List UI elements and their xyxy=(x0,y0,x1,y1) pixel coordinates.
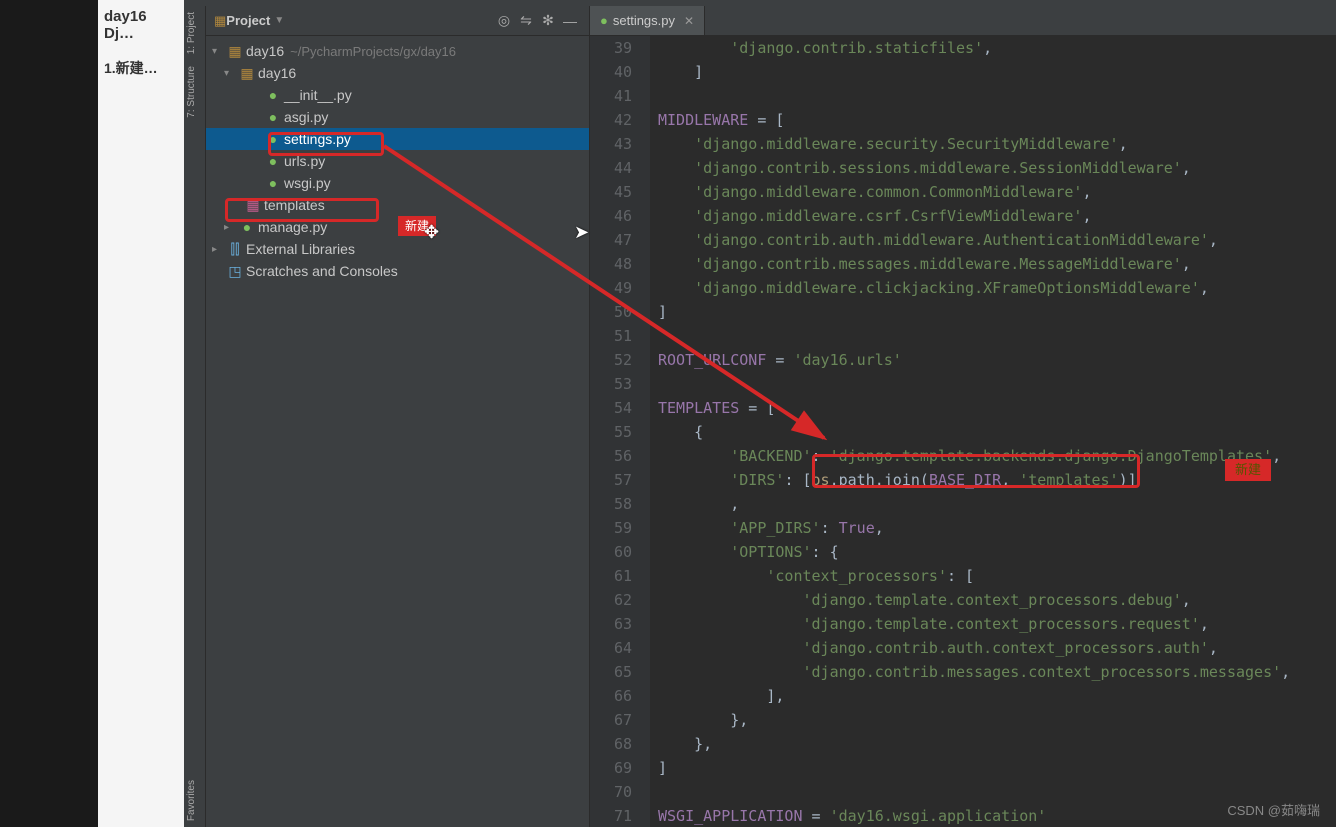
tree-label: Scratches and Consoles xyxy=(246,263,398,279)
python-file-icon: ● xyxy=(238,219,256,235)
tree-label: wsgi.py xyxy=(284,175,331,191)
close-icon[interactable]: ✕ xyxy=(684,14,694,28)
scratches-icon: ◳ xyxy=(226,263,244,280)
tree-path: ~/PycharmProjects/gx/day16 xyxy=(290,44,456,59)
doc-title: day16 Dj… xyxy=(104,8,178,42)
python-file-icon: ● xyxy=(600,13,608,28)
tree-label: External Libraries xyxy=(246,241,355,257)
chevron-down-icon: ▾ xyxy=(224,68,238,79)
templates-folder-icon: ▦ xyxy=(244,197,262,214)
tree-scratches[interactable]: ◳ Scratches and Consoles xyxy=(206,260,589,282)
doc-section-1: 1.新建… xyxy=(104,58,178,78)
document-behind: day16 Dj… 1.新建… xyxy=(98,0,184,827)
editor-area: ● settings.py ✕ 394041424344454647484950… xyxy=(590,6,1336,827)
tree-folder-templates[interactable]: ▦ templates xyxy=(206,194,589,216)
tree-label: manage.py xyxy=(258,219,327,235)
tree-label: templates xyxy=(264,197,325,213)
tree-file-asgi[interactable]: ● asgi.py xyxy=(206,106,589,128)
tool-window-strip: 1: Project 7: Structure Favorites xyxy=(184,6,206,827)
project-panel-title[interactable]: Project xyxy=(226,13,270,28)
chevron-right-icon: ▸ xyxy=(224,222,238,233)
tree-label: __init__.py xyxy=(284,87,352,103)
chevron-down-icon[interactable]: ▼ xyxy=(274,15,284,26)
folder-icon: ▦ xyxy=(226,43,244,60)
tree-label: day16 xyxy=(258,65,296,81)
project-tree: ▾ ▦ day16 ~/PycharmProjects/gx/day16 ▾ ▦… xyxy=(206,36,589,827)
tree-label: asgi.py xyxy=(284,109,328,125)
ide-window: 1: Project 7: Structure Favorites ▦ Proj… xyxy=(184,0,1336,827)
python-file-icon: ● xyxy=(264,131,282,147)
python-file-icon: ● xyxy=(264,175,282,191)
tree-file-init[interactable]: ● __init__.py xyxy=(206,84,589,106)
background-left xyxy=(0,0,98,827)
tree-file-urls[interactable]: ● urls.py xyxy=(206,150,589,172)
tree-label: settings.py xyxy=(284,131,351,147)
python-file-icon: ● xyxy=(264,153,282,169)
tree-root[interactable]: ▾ ▦ day16 ~/PycharmProjects/gx/day16 xyxy=(206,40,589,62)
collapse-icon[interactable]: ⇋ xyxy=(515,12,537,29)
code-content[interactable]: 'django.contrib.staticfiles', ]MIDDLEWAR… xyxy=(650,36,1336,827)
tree-label: urls.py xyxy=(284,153,325,169)
tree-package-day16[interactable]: ▾ ▦ day16 xyxy=(206,62,589,84)
project-panel-header: ▦ Project ▼ ◎ ⇋ ✻ — xyxy=(206,6,589,36)
tool-tab-structure[interactable]: 7: Structure xyxy=(184,60,205,124)
tree-file-settings[interactable]: ● settings.py xyxy=(206,128,589,150)
editor-tabs: ● settings.py ✕ xyxy=(590,6,1336,36)
watermark: CSDN @茹嗨瑞 xyxy=(1227,800,1320,819)
tree-external-libraries[interactable]: ▸ ⫿⫿ External Libraries xyxy=(206,238,589,260)
library-icon: ⫿⫿ xyxy=(226,241,244,258)
python-file-icon: ● xyxy=(264,109,282,125)
tool-tab-project[interactable]: 1: Project xyxy=(184,6,205,60)
hide-icon[interactable]: — xyxy=(559,13,581,29)
tree-file-wsgi[interactable]: ● wsgi.py xyxy=(206,172,589,194)
tree-label: day16 xyxy=(246,43,284,59)
tool-tab-favorites[interactable]: Favorites xyxy=(184,774,205,827)
gear-icon[interactable]: ✻ xyxy=(537,12,559,29)
line-gutter: 3940414243444546474849505152535455565758… xyxy=(590,36,650,827)
code-editor[interactable]: 3940414243444546474849505152535455565758… xyxy=(590,36,1336,827)
folder-icon: ▦ xyxy=(238,65,256,82)
project-panel: ▦ Project ▼ ◎ ⇋ ✻ — ▾ ▦ day16 ~/PycharmP… xyxy=(206,6,590,827)
tree-file-manage[interactable]: ▸ ● manage.py xyxy=(206,216,589,238)
autoscroll-icon[interactable]: ◎ xyxy=(493,12,515,29)
folder-icon: ▦ xyxy=(214,13,226,29)
chevron-down-icon: ▾ xyxy=(212,46,226,57)
python-file-icon: ● xyxy=(264,87,282,103)
tab-label: settings.py xyxy=(613,13,675,28)
chevron-right-icon: ▸ xyxy=(212,244,226,255)
tab-settings[interactable]: ● settings.py ✕ xyxy=(590,6,705,35)
